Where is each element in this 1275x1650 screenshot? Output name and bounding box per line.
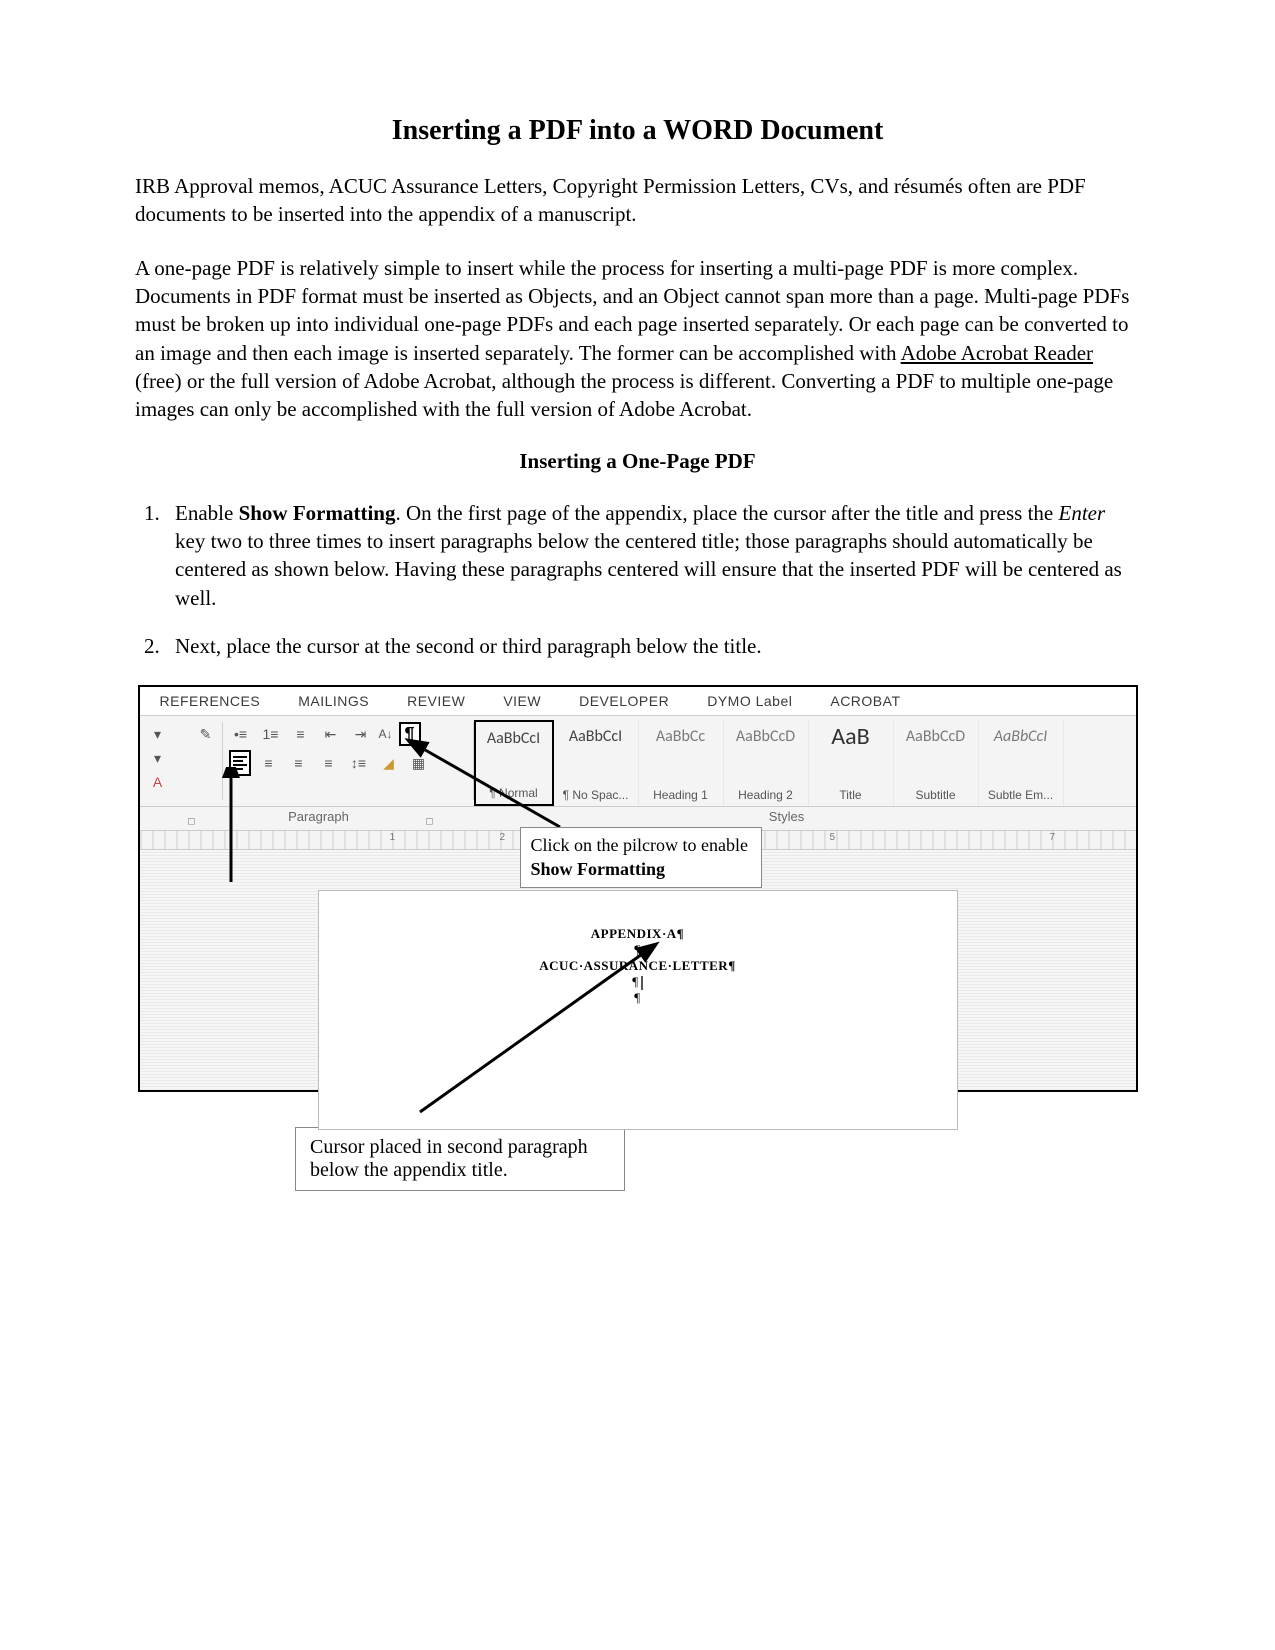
style-sample: AaBbCcI bbox=[556, 722, 636, 750]
intro-paragraph-2: A one-page PDF is relatively simple to i… bbox=[135, 254, 1140, 424]
ribbon-body: ▾ ▾ A ✎ •≡ 1≡ ≡ ⇤ ⇥ A↓ ¶ bbox=[140, 716, 1136, 807]
style-label: ¶ Normal bbox=[478, 786, 550, 800]
tab-developer[interactable]: DEVELOPER bbox=[579, 693, 669, 709]
tab-dymo[interactable]: DYMO Label bbox=[707, 693, 792, 709]
callout1-text: Click on the pilcrow to enable bbox=[531, 835, 748, 855]
intro2-part-b: (free) or the full version of Adobe Acro… bbox=[135, 369, 1113, 421]
style-tile--normal[interactable]: AaBbCcI ¶ Normal bbox=[474, 720, 554, 806]
style-tile-title[interactable]: AaB Title bbox=[809, 720, 894, 806]
pilcrow-button[interactable]: ¶ bbox=[399, 722, 421, 746]
page-title: Inserting a PDF into a WORD Document bbox=[135, 115, 1140, 147]
tab-mailings[interactable]: MAILINGS bbox=[298, 693, 369, 709]
callout1-bold: Show Formatting bbox=[531, 859, 666, 879]
decrease-indent-icon[interactable]: ⇤ bbox=[321, 724, 341, 744]
style-label: Subtitle bbox=[896, 788, 976, 802]
text-cursor bbox=[641, 976, 643, 990]
style-label: Heading 1 bbox=[641, 788, 721, 802]
appendix-subtitle-line: ACUC·ASSURANCE·LETTER¶ bbox=[319, 958, 957, 974]
ribbon-tab-row: REFERENCES MAILINGS REVIEW VIEW DEVELOPE… bbox=[140, 687, 1136, 716]
sort-icon[interactable]: A↓ bbox=[379, 727, 393, 741]
dialog-launcher-icon[interactable]: ◻ bbox=[425, 816, 433, 827]
step-2: Next, place the cursor at the second or … bbox=[165, 632, 1140, 660]
justify-icon[interactable]: ≡ bbox=[319, 753, 339, 773]
intro-paragraph-1: IRB Approval memos, ACUC Assurance Lette… bbox=[135, 172, 1140, 229]
styles-gallery: AaBbCcI¶ NormalAaBbCcI¶ No Spac...AaBbCc… bbox=[474, 716, 1136, 806]
multilevel-icon[interactable]: ≡ bbox=[291, 724, 311, 744]
step1-text-c: key two to three times to insert paragra… bbox=[175, 529, 1122, 610]
style-sample: AaB bbox=[811, 722, 891, 750]
tab-review[interactable]: REVIEW bbox=[407, 693, 465, 709]
dialog-launcher-icon[interactable]: ◻ bbox=[187, 816, 195, 827]
align-right-icon[interactable]: ≡ bbox=[289, 753, 309, 773]
step1-bold: Show Formatting bbox=[239, 501, 396, 525]
increase-indent-icon[interactable]: ⇥ bbox=[351, 724, 371, 744]
style-sample: AaBbCcI bbox=[478, 724, 550, 752]
dropdown-icon[interactable]: ▾ bbox=[148, 724, 168, 744]
callout-pilcrow: Click on the pilcrow to enable Show Form… bbox=[520, 827, 762, 888]
format-painter-icon[interactable]: ✎ bbox=[196, 724, 216, 744]
tab-view[interactable]: VIEW bbox=[503, 693, 541, 709]
document-page[interactable]: APPENDIX·A¶ ¶ ACUC·ASSURANCE·LETTER¶ ¶ ¶ bbox=[318, 890, 958, 1130]
style-tile--no-spac-[interactable]: AaBbCcI ¶ No Spac... bbox=[554, 720, 639, 806]
step1-text-a: Enable bbox=[175, 501, 239, 525]
font-color-icon[interactable]: A bbox=[148, 772, 168, 792]
step-1: Enable Show Formatting. On the first pag… bbox=[165, 499, 1140, 612]
style-tile-subtitle[interactable]: AaBbCcD Subtitle bbox=[894, 720, 979, 806]
style-label: Title bbox=[811, 788, 891, 802]
style-label: Subtle Em... bbox=[981, 788, 1061, 802]
step1-text-b: . On the first page of the appendix, pla… bbox=[395, 501, 1058, 525]
word-ribbon-screenshot: REFERENCES MAILINGS REVIEW VIEW DEVELOPE… bbox=[138, 685, 1138, 1092]
step1-italic: Enter bbox=[1059, 501, 1106, 525]
tab-references[interactable]: REFERENCES bbox=[160, 693, 261, 709]
style-tile-heading-1[interactable]: AaBbCc Heading 1 bbox=[639, 720, 724, 806]
section-heading: Inserting a One-Page PDF bbox=[135, 449, 1140, 474]
borders-icon[interactable]: ▦ bbox=[409, 753, 429, 773]
pilcrow-mark: ¶ bbox=[319, 990, 957, 1006]
shading-icon[interactable]: ◢ bbox=[379, 753, 399, 773]
callout-cursor: Cursor placed in second paragraph below … bbox=[295, 1127, 625, 1191]
pilcrow-mark: ¶ bbox=[319, 974, 957, 990]
line-spacing-icon[interactable]: ↕≡ bbox=[349, 753, 369, 773]
align-left-button[interactable] bbox=[229, 750, 251, 776]
style-tile-subtle-em-[interactable]: AaBbCcI Subtle Em... bbox=[979, 720, 1064, 806]
style-sample: AaBbCcD bbox=[896, 722, 976, 750]
paragraph-group-label: Paragraph◻ bbox=[200, 807, 438, 830]
style-sample: AaBbCc bbox=[641, 722, 721, 750]
align-center-icon[interactable]: ≡ bbox=[259, 753, 279, 773]
dropdown-icon[interactable]: ▾ bbox=[148, 748, 168, 768]
style-label: Heading 2 bbox=[726, 788, 806, 802]
style-tile-heading-2[interactable]: AaBbCcD Heading 2 bbox=[724, 720, 809, 806]
tab-acrobat[interactable]: ACROBAT bbox=[830, 693, 900, 709]
appendix-title-line: APPENDIX·A¶ bbox=[319, 926, 957, 942]
bullets-icon[interactable]: •≡ bbox=[231, 724, 251, 744]
style-sample: AaBbCcI bbox=[981, 722, 1061, 750]
pilcrow-mark: ¶ bbox=[319, 942, 957, 958]
numbering-icon[interactable]: 1≡ bbox=[261, 724, 281, 744]
style-label: ¶ No Spac... bbox=[556, 788, 636, 802]
acrobat-reader-link[interactable]: Adobe Acrobat Reader bbox=[901, 341, 1093, 365]
style-sample: AaBbCcD bbox=[726, 722, 806, 750]
